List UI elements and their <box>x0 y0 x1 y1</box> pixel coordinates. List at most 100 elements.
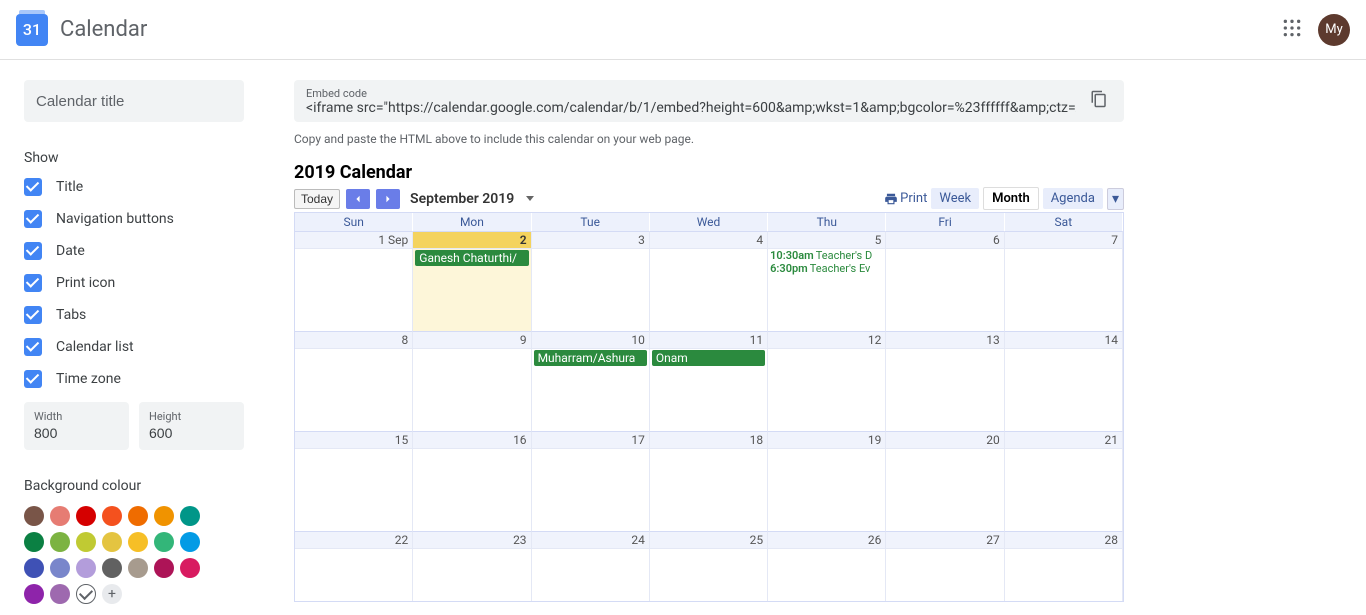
color-swatch[interactable] <box>154 558 174 578</box>
day-cell[interactable]: 10Muharram/Ashura <box>532 331 650 431</box>
day-cell[interactable]: 17 <box>532 431 650 531</box>
day-cell[interactable]: 22 <box>295 531 413 601</box>
color-swatch[interactable] <box>76 506 96 526</box>
height-input[interactable] <box>149 425 234 441</box>
color-swatch[interactable] <box>24 584 44 604</box>
show-option[interactable]: Tabs <box>24 306 244 324</box>
color-swatch[interactable] <box>180 506 200 526</box>
color-swatch[interactable] <box>50 558 70 578</box>
embed-code-field[interactable]: <iframe src="https://calendar.google.com… <box>306 100 1076 116</box>
day-cell[interactable]: 21 <box>1005 431 1123 531</box>
calendar-title-input[interactable] <box>24 80 244 122</box>
day-cell[interactable]: 13 <box>886 331 1004 431</box>
checkbox-icon[interactable] <box>24 370 42 388</box>
show-option[interactable]: Date <box>24 242 244 260</box>
color-swatch-selected[interactable] <box>76 584 96 604</box>
checkbox-icon[interactable] <box>24 338 42 356</box>
date-number: 13 <box>886 332 1003 349</box>
date-number: 1 Sep <box>295 232 412 249</box>
checkbox-icon[interactable] <box>24 210 42 228</box>
show-option[interactable]: Navigation buttons <box>24 210 244 228</box>
day-cell[interactable]: 16 <box>413 431 531 531</box>
toolbar-right: Print Week Month Agenda ▾ <box>884 187 1124 210</box>
color-swatch[interactable] <box>128 506 148 526</box>
date-number: 5 <box>768 232 885 249</box>
day-cell[interactable]: 18 <box>650 431 768 531</box>
day-cell[interactable]: 9 <box>413 331 531 431</box>
height-field[interactable]: Height <box>139 402 244 450</box>
color-swatch[interactable] <box>102 532 122 552</box>
color-swatch[interactable] <box>154 532 174 552</box>
day-cell[interactable]: 2Ganesh Chaturthi/ <box>413 231 531 331</box>
color-swatch[interactable] <box>50 532 70 552</box>
add-color-button[interactable]: + <box>102 584 122 604</box>
view-agenda-button[interactable]: Agenda <box>1043 188 1103 209</box>
color-swatch[interactable] <box>180 558 200 578</box>
chevron-down-icon[interactable] <box>526 196 534 201</box>
date-number: 11 <box>650 332 767 349</box>
width-field[interactable]: Width <box>24 402 129 450</box>
day-cell[interactable]: 26 <box>768 531 886 601</box>
day-cell[interactable]: 20 <box>886 431 1004 531</box>
next-month-button[interactable] <box>376 189 400 209</box>
show-option[interactable]: Calendar list <box>24 338 244 356</box>
event-chip[interactable]: Muharram/Ashura <box>534 350 647 366</box>
day-cell[interactable]: 4 <box>650 231 768 331</box>
view-dropdown-icon[interactable]: ▾ <box>1107 188 1124 210</box>
day-cell[interactable]: 3 <box>532 231 650 331</box>
width-input[interactable] <box>34 425 119 441</box>
event-text[interactable]: 10:30amTeacher's D <box>768 249 885 262</box>
copy-icon[interactable] <box>1086 86 1112 116</box>
today-button[interactable]: Today <box>294 189 340 209</box>
color-swatch[interactable] <box>102 506 122 526</box>
color-swatch[interactable] <box>102 558 122 578</box>
prev-month-button[interactable] <box>346 189 370 209</box>
show-option[interactable]: Print icon <box>24 274 244 292</box>
day-cell[interactable]: 14 <box>1005 331 1123 431</box>
color-swatch[interactable] <box>24 558 44 578</box>
day-cell[interactable]: 19 <box>768 431 886 531</box>
color-swatch[interactable] <box>24 506 44 526</box>
event-text[interactable]: 6:30pmTeacher's Ev <box>768 262 885 275</box>
day-cell[interactable]: 24 <box>532 531 650 601</box>
color-swatch[interactable] <box>50 584 70 604</box>
week-row: 1 Sep2Ganesh Chaturthi/34510:30amTeacher… <box>295 231 1123 331</box>
print-button[interactable]: Print <box>884 191 927 206</box>
day-cell[interactable]: 11Onam <box>650 331 768 431</box>
date-number: 21 <box>1005 432 1122 449</box>
color-swatch[interactable] <box>154 506 174 526</box>
day-cell[interactable]: 25 <box>650 531 768 601</box>
event-chip[interactable]: Ganesh Chaturthi/ <box>415 250 528 266</box>
day-cell[interactable]: 15 <box>295 431 413 531</box>
day-cell[interactable]: 8 <box>295 331 413 431</box>
color-swatch[interactable] <box>128 532 148 552</box>
checkbox-icon[interactable] <box>24 178 42 196</box>
apps-grid-icon[interactable] <box>1282 18 1302 42</box>
checkbox-icon[interactable] <box>24 274 42 292</box>
color-swatch[interactable] <box>76 558 96 578</box>
date-number: 4 <box>650 232 767 249</box>
color-swatch[interactable] <box>50 506 70 526</box>
month-label[interactable]: September 2019 <box>410 191 514 207</box>
day-cell[interactable]: 1 Sep <box>295 231 413 331</box>
day-cell[interactable]: 7 <box>1005 231 1123 331</box>
color-swatch[interactable] <box>24 532 44 552</box>
checkbox-icon[interactable] <box>24 242 42 260</box>
day-cell[interactable]: 27 <box>886 531 1004 601</box>
day-cell[interactable]: 510:30amTeacher's D6:30pmTeacher's Ev <box>768 231 886 331</box>
show-option[interactable]: Title <box>24 178 244 196</box>
option-label: Tabs <box>56 307 86 323</box>
day-cell[interactable]: 23 <box>413 531 531 601</box>
view-month-button[interactable]: Month <box>983 187 1039 210</box>
day-cell[interactable]: 12 <box>768 331 886 431</box>
show-option[interactable]: Time zone <box>24 370 244 388</box>
checkbox-icon[interactable] <box>24 306 42 324</box>
view-week-button[interactable]: Week <box>931 188 979 209</box>
color-swatch[interactable] <box>180 532 200 552</box>
day-cell[interactable]: 28 <box>1005 531 1123 601</box>
day-cell[interactable]: 6 <box>886 231 1004 331</box>
color-swatch[interactable] <box>128 558 148 578</box>
avatar[interactable]: My <box>1318 14 1350 46</box>
event-chip[interactable]: Onam <box>652 350 765 366</box>
color-swatch[interactable] <box>76 532 96 552</box>
